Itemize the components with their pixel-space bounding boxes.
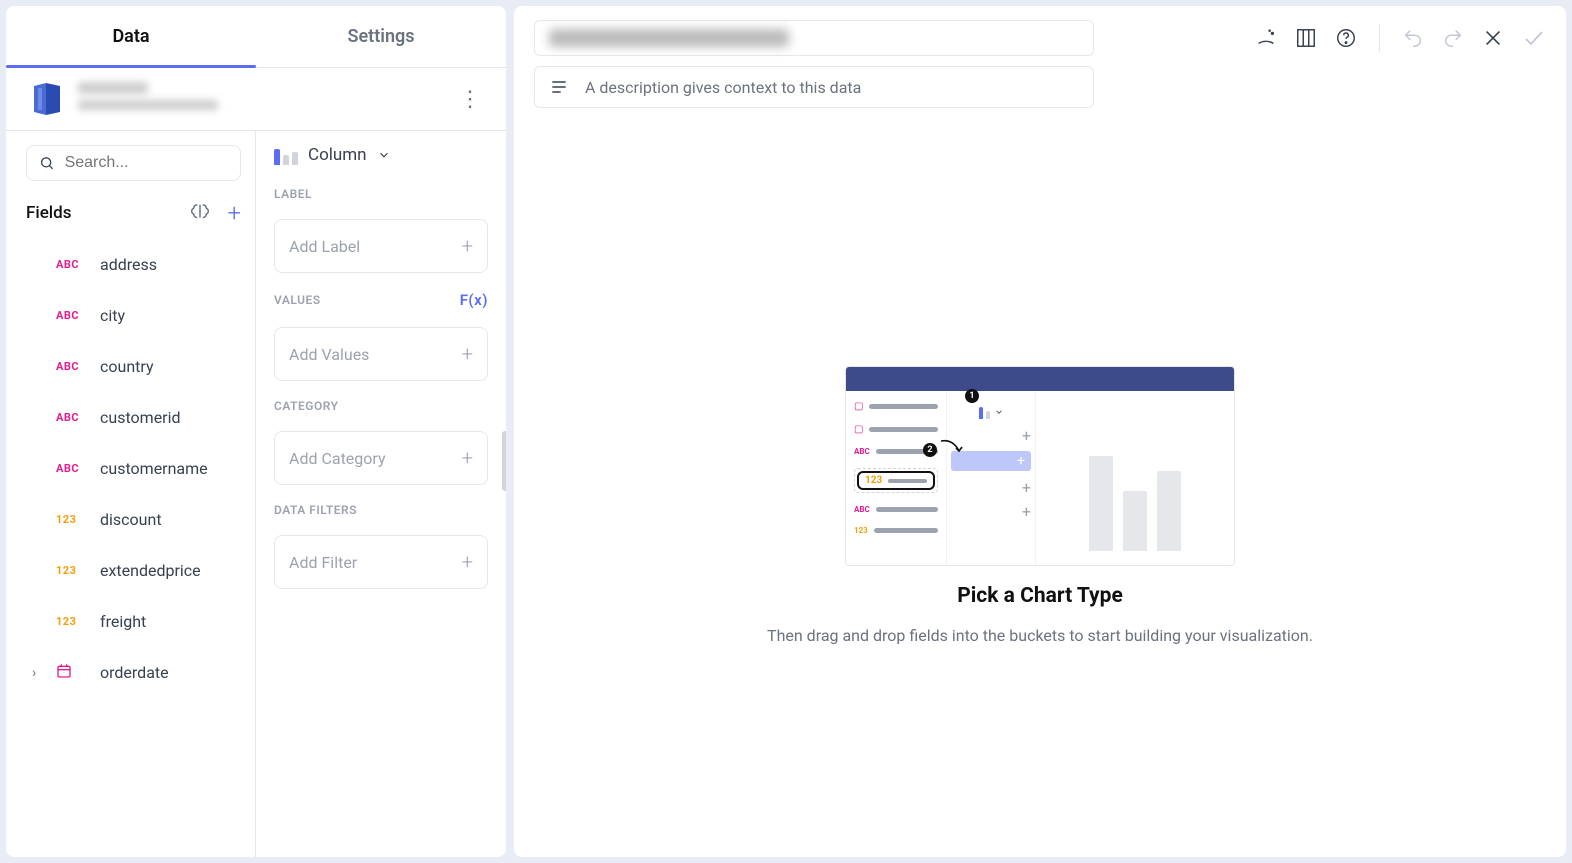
type-badge-num: 123: [56, 615, 86, 628]
field-item[interactable]: ABC city: [26, 292, 241, 339]
toolbar: [534, 20, 1546, 56]
field-name: customerid: [100, 408, 181, 427]
grid-icon[interactable]: [1295, 27, 1317, 49]
help-icon[interactable]: [1335, 27, 1357, 49]
chevron-down-icon: [377, 148, 391, 162]
description-input[interactable]: A description gives context to this data: [534, 66, 1094, 108]
plus-icon: +: [462, 342, 473, 366]
app-root: Data Settings ⋮ Fields: [0, 0, 1572, 863]
panel-tabs: Data Settings: [6, 6, 506, 68]
viz-title-input[interactable]: [534, 20, 1094, 56]
bucket-values[interactable]: Add Values+: [274, 327, 488, 381]
field-item[interactable]: ABC customerid: [26, 394, 241, 441]
fx-button[interactable]: F(x): [460, 291, 488, 309]
bucket-filters[interactable]: Add Filter+: [274, 535, 488, 589]
field-name: orderdate: [100, 663, 169, 682]
filters-section-heading: DATA FILTERS: [274, 503, 488, 517]
field-item[interactable]: 123 freight: [26, 598, 241, 645]
chart-type-label: Column: [308, 145, 367, 165]
bucket-label[interactable]: Add Label+: [274, 219, 488, 273]
plus-icon: +: [462, 234, 473, 258]
type-badge-num: 123: [56, 513, 86, 526]
right-panel: A description gives context to this data…: [514, 6, 1566, 857]
label-section-heading: LABEL: [274, 187, 488, 201]
dataset-header: ⋮: [6, 68, 506, 131]
empty-title: Pick a Chart Type: [957, 584, 1123, 608]
field-item[interactable]: ABC customername: [26, 445, 241, 492]
paragraph-icon: [549, 77, 569, 97]
confirm-icon[interactable]: [1522, 26, 1546, 50]
type-badge-num: 123: [56, 564, 86, 577]
field-name: freight: [100, 612, 146, 631]
search-input[interactable]: [65, 154, 228, 172]
search-icon: [39, 154, 55, 172]
undo-icon[interactable]: [1402, 27, 1424, 49]
tab-settings[interactable]: Settings: [256, 6, 506, 67]
redo-icon[interactable]: [1442, 27, 1464, 49]
field-name: discount: [100, 510, 162, 529]
brain-icon[interactable]: [189, 202, 211, 224]
dataset-more-icon[interactable]: ⋮: [458, 87, 482, 111]
field-name: customername: [100, 459, 208, 478]
empty-subtitle: Then drag and drop fields into the bucke…: [767, 626, 1313, 645]
field-name: address: [100, 255, 157, 274]
chart-type-picker[interactable]: Column: [274, 145, 488, 165]
bucket-category[interactable]: Add Category+: [274, 431, 488, 485]
type-badge-abc: ABC: [56, 309, 86, 322]
field-item[interactable]: 123 extendedprice: [26, 547, 241, 594]
fields-heading: Fields: [26, 203, 71, 223]
type-badge-date: [56, 663, 86, 682]
type-badge-abc: ABC: [56, 360, 86, 373]
values-section-heading: VALUES: [274, 293, 321, 307]
category-section-heading: CATEGORY: [274, 399, 488, 413]
type-badge-abc: ABC: [56, 258, 86, 271]
close-icon[interactable]: [1482, 27, 1504, 49]
description-placeholder: A description gives context to this data: [585, 78, 861, 97]
plus-icon: +: [462, 446, 473, 470]
build-column: Column LABEL Add Label+ VALUES F(x) Add V…: [256, 131, 506, 857]
field-item[interactable]: ABC address: [26, 241, 241, 288]
fields-column: Fields + ABC address ABC city ABC country A…: [6, 131, 256, 857]
tab-data[interactable]: Data: [6, 6, 256, 67]
field-name: city: [100, 306, 125, 325]
empty-state: ▢ ▢ ABC 123 ABC 123 1 + 2: [534, 128, 1546, 843]
field-item[interactable]: 123 discount: [26, 496, 241, 543]
magic-icon[interactable]: [1255, 27, 1277, 49]
left-panel: Data Settings ⋮ Fields: [6, 6, 506, 857]
illustration: ▢ ▢ ABC 123 ABC 123 1 + 2: [845, 366, 1235, 566]
field-item[interactable]: ›orderdate: [26, 649, 241, 696]
type-badge-abc: ABC: [56, 462, 86, 475]
field-item[interactable]: ABC country: [26, 343, 241, 390]
field-name: country: [100, 357, 154, 376]
search-input-wrap[interactable]: [26, 145, 241, 181]
field-name: extendedprice: [100, 561, 201, 580]
datasource-icon: [30, 82, 64, 116]
add-field-icon[interactable]: +: [227, 199, 241, 227]
type-badge-abc: ABC: [56, 411, 86, 424]
scrollbar[interactable]: [502, 431, 506, 491]
plus-icon: +: [462, 550, 473, 574]
field-list: ABC address ABC city ABC country ABC custome…: [26, 241, 241, 696]
